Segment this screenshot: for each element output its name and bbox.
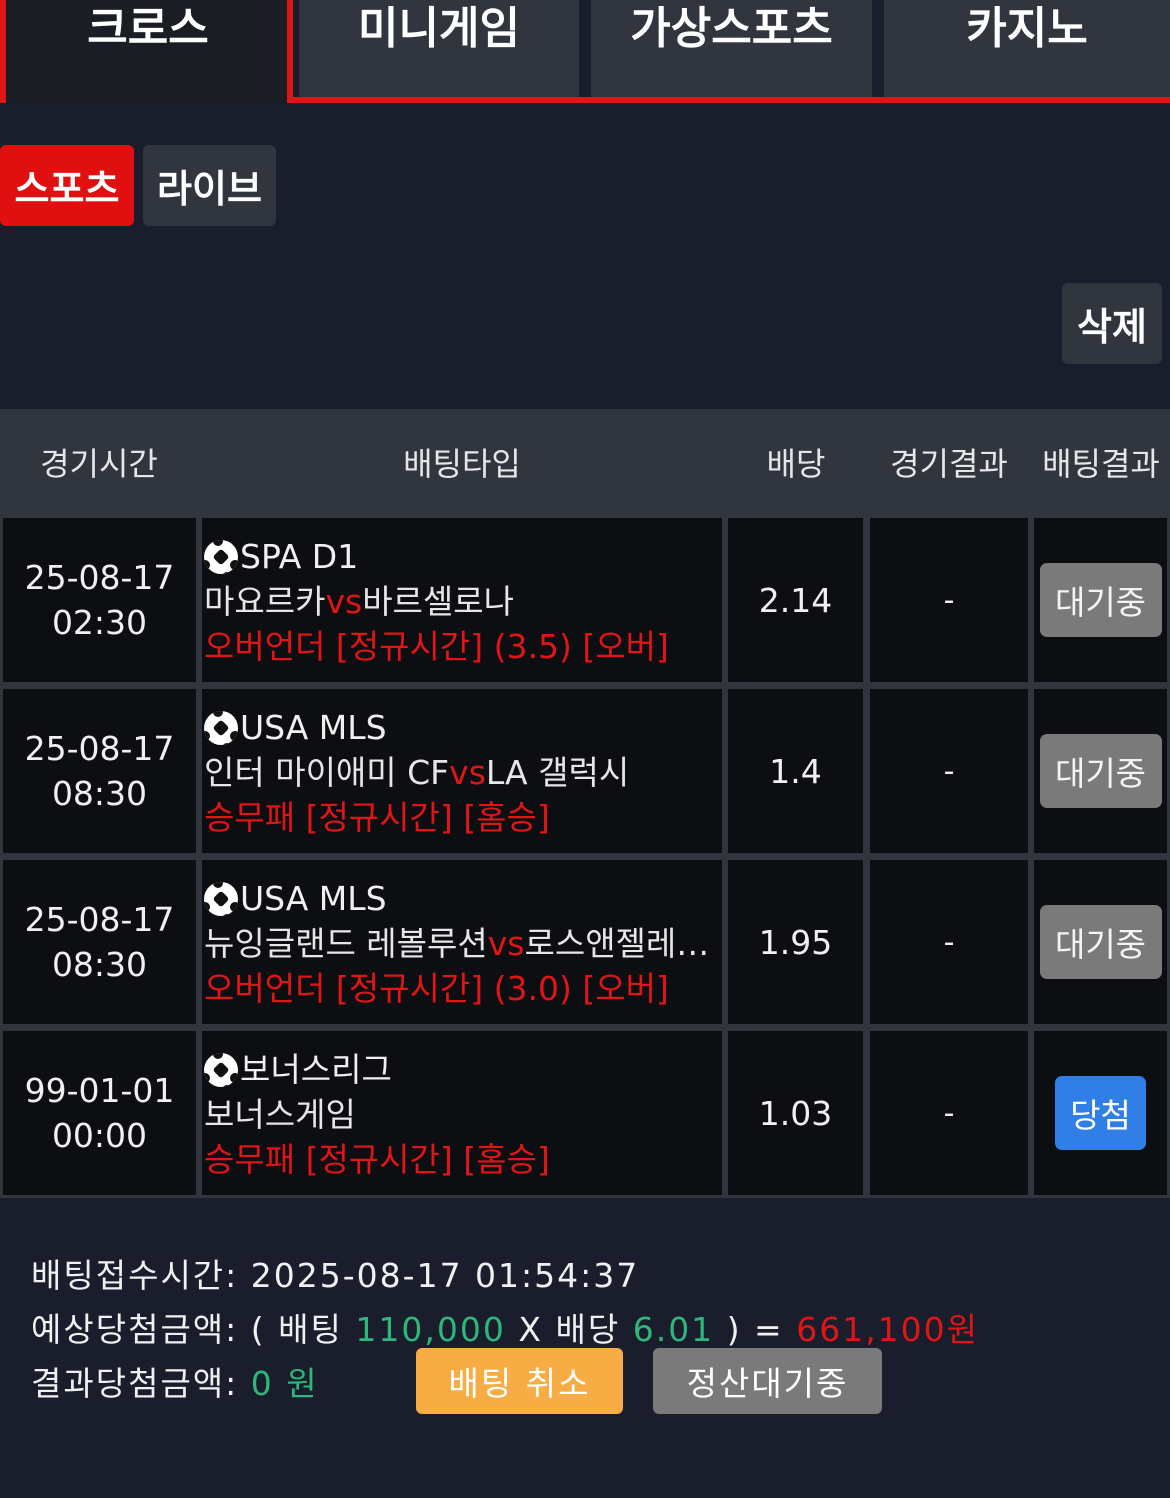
bet-selection: 승무패 [정규시간] [홈승]	[204, 798, 550, 837]
home-team: 뉴잉글랜드 레볼루션	[204, 924, 488, 963]
match-result: -	[870, 860, 1028, 1024]
close-equals: ) =	[726, 1310, 784, 1349]
tab-minigame-label: 미니게임	[358, 3, 520, 54]
league-name: SPA D1	[240, 537, 359, 576]
expected-win-line: 예상당첨금액: ( 배팅 110,000 X 배당 6.01 ) = 661,1…	[31, 1303, 979, 1351]
away-team: LA 갤럭시	[485, 753, 630, 792]
tab-casino[interactable]: 카지노	[884, 0, 1170, 97]
match-time: 00:00	[51, 1116, 148, 1155]
status-win-button[interactable]: 당첨	[1055, 1076, 1146, 1150]
bet-result-cell: 대기중	[1034, 689, 1167, 853]
league-name: USA MLS	[240, 879, 387, 918]
subtab-sports[interactable]: 스포츠	[0, 145, 134, 226]
expected-amount: 661,100원	[796, 1310, 980, 1349]
table-row-time: 25-08-17 02:30	[3, 518, 196, 682]
times-sign: X	[518, 1310, 543, 1349]
header-bet-result: 배팅결과	[1042, 445, 1160, 483]
tab-cross[interactable]: 크로스	[0, 0, 290, 103]
match-result: -	[870, 1031, 1028, 1195]
bet-result-cell: 대기중	[1034, 860, 1167, 1024]
received-time-label: 배팅접수시간:	[31, 1256, 239, 1295]
match-time: 08:30	[51, 774, 148, 813]
bet-selection: 오버언더 [정규시간] (3.0) [오버]	[204, 969, 669, 1008]
soccer-ball-icon	[204, 881, 238, 916]
odds-value: 1.95	[728, 860, 863, 1024]
bet-table-body: 25-08-17 02:30 SPA D1 마요르카vs바르셀로나 오버언더 [정…	[0, 515, 1170, 1198]
soccer-ball-icon	[204, 539, 238, 574]
table-row-time: 25-08-17 08:30	[3, 689, 196, 853]
table-row-bettype: USA MLS 뉴잉글랜드 레볼루션vs로스앤젤레… 오버언더 [정규시간] (…	[202, 860, 722, 1024]
bet-result-cell: 당첨	[1034, 1031, 1167, 1195]
header-odds: 배당	[766, 445, 826, 483]
vs-label: vs	[449, 753, 486, 792]
match-date: 25-08-17	[24, 558, 175, 597]
tab-casino-label: 카지노	[966, 3, 1088, 54]
status-waiting-button[interactable]: 대기중	[1039, 563, 1162, 637]
bet-table-header: 경기시간 배팅타입 배당 경기결과 배팅결과	[0, 409, 1170, 515]
home-team: 보너스게임	[204, 1095, 356, 1134]
total-odds: 6.01	[632, 1310, 715, 1349]
cancel-bet-button[interactable]: 배팅 취소	[416, 1348, 623, 1414]
bet-selection: 오버언더 [정규시간] (3.5) [오버]	[204, 627, 669, 666]
result-win-line: 결과당첨금액: 0 원	[31, 1357, 319, 1405]
expected-win-label: 예상당첨금액:	[31, 1310, 239, 1349]
odds-value: 1.03	[728, 1031, 863, 1195]
soccer-ball-icon	[204, 710, 238, 745]
match-date: 99-01-01	[24, 1071, 175, 1110]
odds-value: 2.14	[728, 518, 863, 682]
table-row-time: 25-08-17 08:30	[3, 860, 196, 1024]
match-time: 08:30	[51, 945, 148, 984]
vs-label: vs	[487, 924, 525, 963]
received-time-line: 배팅접수시간: 2025-08-17 01:54:37	[31, 1249, 639, 1297]
tab-virtual-sports[interactable]: 가상스포츠	[591, 0, 872, 97]
tab-minigame[interactable]: 미니게임	[299, 0, 579, 97]
odds-word: 배당	[555, 1310, 621, 1349]
tab-cross-label: 크로스	[87, 3, 209, 54]
vs-label: vs	[325, 582, 363, 621]
open-paren: (	[250, 1310, 266, 1349]
tab-virtual-sports-label: 가상스포츠	[630, 3, 833, 54]
result-win-label: 결과당첨금액:	[31, 1364, 239, 1403]
bet-word: 배팅	[278, 1310, 343, 1349]
table-row-bettype: 보너스리그 보너스게임 승무패 [정규시간] [홈승]	[202, 1031, 722, 1195]
match-result: -	[870, 518, 1028, 682]
soccer-ball-icon	[204, 1052, 238, 1087]
header-match-result: 경기결과	[890, 445, 1008, 483]
home-team: 인터 마이애미 CF	[204, 753, 450, 792]
status-waiting-button[interactable]: 대기중	[1039, 905, 1162, 979]
result-win-amount: 0 원	[250, 1364, 319, 1403]
match-result: -	[870, 689, 1028, 853]
table-row-bettype: USA MLS 인터 마이애미 CFvsLA 갤럭시 승무패 [정규시간] [홈…	[202, 689, 722, 853]
league-name: 보너스리그	[240, 1050, 392, 1089]
match-time: 02:30	[51, 603, 148, 642]
odds-value: 1.4	[728, 689, 863, 853]
away-team: 로스앤젤레…	[524, 924, 710, 963]
match-date: 25-08-17	[24, 900, 175, 939]
match-date: 25-08-17	[24, 729, 175, 768]
home-team: 마요르카	[204, 582, 326, 621]
table-row-time: 99-01-01 00:00	[3, 1031, 196, 1195]
bet-amount: 110,000	[355, 1310, 506, 1349]
league-name: USA MLS	[240, 708, 387, 747]
top-tabs: 크로스 미니게임 가상스포츠 카지노	[0, 0, 1170, 103]
settlement-pending-button[interactable]: 정산대기중	[653, 1348, 882, 1414]
delete-button[interactable]: 삭제	[1062, 283, 1162, 364]
header-bet-type: 배팅타입	[403, 445, 521, 483]
bet-selection: 승무패 [정규시간] [홈승]	[204, 1140, 550, 1179]
status-waiting-button[interactable]: 대기중	[1039, 734, 1162, 808]
received-time-value: 2025-08-17 01:54:37	[250, 1256, 640, 1295]
away-team: 바르셀로나	[362, 582, 514, 621]
bet-result-cell: 대기중	[1034, 518, 1167, 682]
subtab-live[interactable]: 라이브	[143, 145, 276, 226]
table-row-bettype: SPA D1 마요르카vs바르셀로나 오버언더 [정규시간] (3.5) [오버…	[202, 518, 722, 682]
header-match-time: 경기시간	[40, 445, 158, 483]
